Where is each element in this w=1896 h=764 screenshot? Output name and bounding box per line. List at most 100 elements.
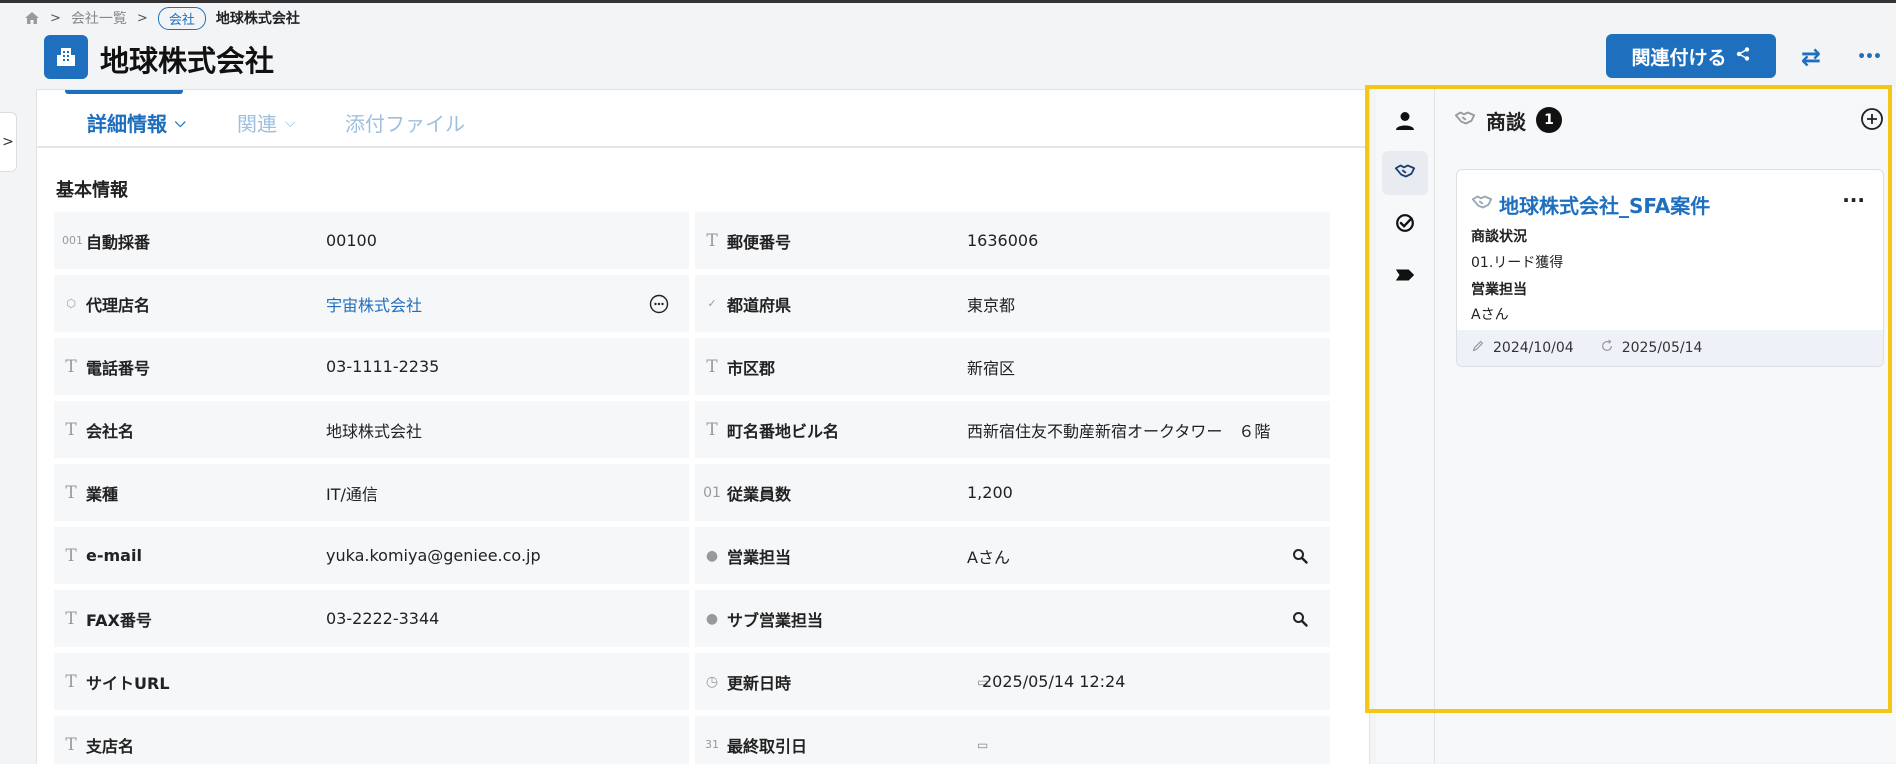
field-value: yuka.komiya@geniee.co.jp [326,546,541,565]
field-label: 支店名 [86,736,135,756]
field-fax[interactable]: T FAX番号 03-2222-3344 [54,590,689,647]
link-button[interactable]: 関連付ける [1606,34,1776,78]
field-value: 2025/05/14 12:24 [982,672,1126,691]
handshake-icon [1471,191,1493,218]
field-company-name[interactable]: T 会社名 地球株式会社 [54,401,689,458]
field-industry[interactable]: T 業種 IT/通信 [54,464,689,521]
rail-tags[interactable] [1382,255,1428,299]
calendar-icon: ▭ [977,737,989,752]
field-email[interactable]: T e-mail yuka.komiya@geniee.co.jp [54,527,689,584]
field-last-transaction-date[interactable]: 31 最終取引日 ▭ [695,716,1330,764]
home-icon[interactable] [24,10,40,26]
rail-contacts[interactable] [1382,101,1428,145]
text-field-icon: T [706,419,718,440]
deal-more-icon[interactable]: ··· [1842,188,1865,212]
breadcrumb-company-list[interactable]: 会社一覧 [71,8,127,28]
field-value: 地球株式会社 [326,421,423,441]
deals-header: 商談 1 [1454,105,1562,135]
search-icon[interactable] [1290,546,1310,566]
field-address[interactable]: T 町名番地ビル名 西新宿住友不動産新宿オークタワー ６階 [695,401,1330,458]
field-row: ⬡ 代理店名 宇宙株式会社 ✓ 都道府県 東京都 [54,275,1330,332]
field-phone[interactable]: T 電話番号 03-1111-2235 [54,338,689,395]
handshake-icon [1394,160,1416,186]
active-tab-indicator [65,90,183,94]
tab-details[interactable]: 詳細情報 ⌵ [87,108,186,137]
field-value: 西新宿住友不動産新宿オークタワー ６階 [967,421,1271,441]
field-label: 営業担当 [727,547,792,567]
field-sales-owner[interactable]: ● 営業担当 Aさん [695,527,1330,584]
text-field-icon: T [65,734,77,755]
field-value: IT/通信 [326,484,378,504]
text-field-icon: T [65,482,77,503]
related-panel: 商談 1 地球株式会社_SFA案件 ··· 商談状況 01.リード獲得 営業担当… [1376,89,1896,763]
field-row: T FAX番号 03-2222-3344 ● サブ営業担当 [54,590,1330,647]
tab-related[interactable]: 関連 ⌵ [237,108,296,137]
text-field-icon: T [65,608,77,629]
person-icon [1393,109,1417,137]
field-label: 自動採番 [86,232,151,252]
field-postal-code[interactable]: T 郵便番号 1636006 [695,212,1330,269]
field-auto-number[interactable]: 001 自動採番 00100 [54,212,689,269]
field-agency-name[interactable]: ⬡ 代理店名 宇宙株式会社 [54,275,689,332]
swap-icon[interactable]: ⇄ [1794,40,1828,74]
refresh-icon [1600,339,1614,357]
field-branch-name[interactable]: T 支店名 [54,716,689,764]
text-field-icon: T [65,419,77,440]
deal-title-link[interactable]: 地球株式会社_SFA案件 [1471,190,1710,219]
field-value: Aさん [967,547,1010,567]
field-employees[interactable]: 01 従業員数 1,200 [695,464,1330,521]
field-prefecture[interactable]: ✓ 都道府県 東京都 [695,275,1330,332]
sidebar-expand-handle[interactable]: > [0,112,17,172]
chevron-right-icon: > [50,10,61,26]
field-label: 市区郡 [727,358,776,378]
field-value: 1,200 [967,483,1013,502]
chevron-down-icon: ⌵ [285,114,296,131]
related-rail [1376,89,1435,763]
deal-title: 地球株式会社_SFA案件 [1499,194,1711,218]
field-label: サイトURL [86,673,170,693]
deal-owner-value: Aさん [1471,307,1509,323]
field-label: サブ営業担当 [727,610,824,630]
deal-status-label: 商談状況 [1471,229,1527,245]
section-title: 基本情報 [56,180,128,201]
field-updated-at[interactable]: ◷ 更新日時 ▭ 2025/05/14 12:24 [695,653,1330,710]
field-value: 03-1111-2235 [326,357,440,376]
text-field-icon: T [65,671,77,692]
field-site-url[interactable]: T サイトURL [54,653,689,710]
field-label: 代理店名 [86,295,151,315]
text-field-icon: T [65,545,77,566]
field-label: FAX番号 [86,610,152,630]
detail-panel: 詳細情報 ⌵ 関連 ⌵ 添付ファイル 基本情報 001 自動採番 00100 T… [36,89,1370,764]
more-options-icon[interactable]: ••• [1852,40,1886,74]
search-icon[interactable] [1290,609,1310,629]
field-value: 00100 [326,231,377,250]
check-circle-icon: ✓ [707,297,717,310]
chevron-right-icon: > [2,134,14,150]
field-value: 新宿区 [967,358,1016,378]
page-title: 地球株式会社 [100,44,275,78]
field-label: e-mail [86,546,142,565]
auto-number-icon: 001 [62,234,83,247]
field-sub-sales-owner[interactable]: ● サブ営業担当 [695,590,1330,647]
deals-count-badge: 1 [1536,107,1562,133]
more-circle-icon[interactable] [649,294,669,314]
agency-link[interactable]: 宇宙株式会社 [326,292,422,316]
field-label: 町名番地ビル名 [727,421,840,441]
field-row: T 支店名 31 最終取引日 ▭ [54,716,1330,764]
field-label: 更新日時 [727,673,792,693]
deals-title: 商談 [1486,109,1526,134]
add-circle-icon[interactable] [1860,107,1884,131]
field-value: 東京都 [967,295,1016,315]
pencil-icon [1471,339,1485,357]
company-building-icon [44,35,88,79]
field-label: 会社名 [86,421,135,441]
rail-deals[interactable] [1382,151,1428,195]
tab-attachments[interactable]: 添付ファイル [345,108,465,137]
field-label: 都道府県 [727,295,792,315]
deal-card[interactable]: 地球株式会社_SFA案件 ··· 商談状況 01.リード獲得 営業担当 Aさん … [1456,169,1884,367]
rail-tasks[interactable] [1382,203,1428,247]
tab-details-label: 詳細情報 [87,112,167,136]
breadcrumb-object-badge[interactable]: 会社 [157,6,206,30]
tab-related-label: 関連 [237,112,277,136]
field-city[interactable]: T 市区郡 新宿区 [695,338,1330,395]
